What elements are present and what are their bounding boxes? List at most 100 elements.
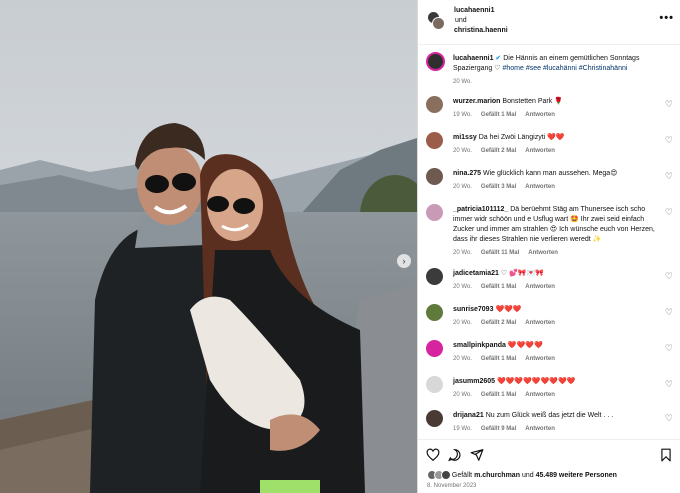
comment-time: 20 Wo. xyxy=(453,356,472,362)
comment-meta: 20 Wo. Gefällt 2 Mal Antworten xyxy=(453,146,658,156)
comment-time: 20 Wo. xyxy=(453,184,472,190)
reply-button[interactable]: Antworten xyxy=(525,184,555,190)
reply-button[interactable]: Antworten xyxy=(525,356,555,362)
caption-hashtags[interactable]: #home #see #lucahänni #Christinahänni xyxy=(502,65,627,72)
heart-icon[interactable]: ♡ xyxy=(665,99,673,110)
avatar[interactable] xyxy=(426,132,443,149)
comment-time: 20 Wo. xyxy=(453,148,472,154)
avatar[interactable] xyxy=(426,340,443,357)
heart-icon[interactable] xyxy=(426,448,440,462)
comment-text: Da hei Zwöi Längizyti ❤️❤️ xyxy=(478,134,565,141)
comment-time: 20 Wo. xyxy=(453,250,472,256)
post-sidebar: lucahaenni1 und christina.haenni • • • l… xyxy=(417,0,680,493)
comment-likes[interactable]: Gefällt 2 Mal xyxy=(481,320,516,326)
likes-count[interactable]: 45.489 weitere Personen xyxy=(536,472,617,479)
more-icon[interactable]: • • • xyxy=(659,12,673,24)
chevron-right-icon: › xyxy=(402,256,406,266)
comment-icon[interactable] xyxy=(448,448,462,462)
comment-text: ❤️❤️❤️❤️❤️❤️❤️❤️❤️ xyxy=(496,378,576,385)
comment-meta: 20 Wo. Gefällt 3 Mal Antworten xyxy=(453,182,658,192)
verified-icon: ✔ xyxy=(495,55,502,62)
comment-time: 19 Wo. xyxy=(453,112,472,118)
comment-text: Nu zum Glück weiß das jetzt die Welt . .… xyxy=(485,412,614,419)
comment-time: 20 Wo. xyxy=(453,320,472,326)
reply-button[interactable]: Antworten xyxy=(525,320,555,326)
heart-icon[interactable]: ♡ xyxy=(665,171,673,182)
comment-meta: 20 Wo. Gefällt 2 Mal Antworten xyxy=(453,318,658,328)
reply-button[interactable]: Antworten xyxy=(525,148,555,154)
heart-icon[interactable]: ♡ xyxy=(665,343,673,354)
likes-summary[interactable]: Gefällt m.churchman und 45.489 weitere P… xyxy=(427,470,617,481)
comment-username[interactable]: nina.275 xyxy=(453,170,481,177)
comment-text: Bonstetten Park 🌹 xyxy=(502,98,563,105)
heart-icon[interactable]: ♡ xyxy=(665,135,673,146)
avatar[interactable] xyxy=(426,52,445,71)
comment-meta: 19 Wo. Gefällt 9 Mal Antworten xyxy=(453,424,658,434)
comment-likes[interactable]: Gefällt 3 Mal xyxy=(481,184,516,190)
heart-icon[interactable]: ♡ xyxy=(665,379,673,390)
comment-username[interactable]: drijana21 xyxy=(453,412,484,419)
comment-likes[interactable]: Gefällt 1 Mal xyxy=(481,356,516,362)
reply-button[interactable]: Antworten xyxy=(528,250,558,256)
reply-button[interactable]: Antworten xyxy=(525,112,555,118)
couple-photo-image xyxy=(0,0,417,493)
avatar[interactable] xyxy=(426,410,443,427)
heart-icon[interactable]: ♡ xyxy=(665,271,673,282)
comment-text: ♡ 💕🎀💌🎀 xyxy=(500,270,544,277)
post-date: 8. November 2023 xyxy=(427,483,477,489)
heart-icon[interactable]: ♡ xyxy=(665,207,673,218)
header-avatars[interactable] xyxy=(427,11,445,31)
comment-likes[interactable]: Gefällt 9 Mal xyxy=(481,426,516,432)
avatar[interactable] xyxy=(426,268,443,285)
reply-button[interactable]: Antworten xyxy=(525,426,555,432)
share-icon[interactable] xyxy=(470,448,484,462)
likes-and: und xyxy=(521,471,534,479)
likes-user-link[interactable]: m.churchman xyxy=(474,472,520,479)
comment-username[interactable]: jadicetamia21 xyxy=(453,270,499,277)
post-modal: › lucahaenni1 und christina.haenni • • • xyxy=(0,0,680,493)
comment-time: 20 Wo. xyxy=(453,392,472,398)
next-photo-button[interactable]: › xyxy=(397,254,411,268)
comment-username[interactable]: mi1ssy xyxy=(453,134,477,141)
comment-username[interactable]: smallpinkpanda xyxy=(453,342,506,349)
heart-icon[interactable]: ♡ xyxy=(665,413,673,424)
heart-icon[interactable]: ♡ xyxy=(665,307,673,318)
header-user2-link[interactable]: christina.haenni xyxy=(454,26,508,36)
likes-prefix: Gefällt xyxy=(451,471,473,479)
comment-username[interactable]: _patricia101112_ xyxy=(453,206,508,213)
comment-username[interactable]: jasumm2605 xyxy=(453,378,495,385)
avatar[interactable] xyxy=(426,204,443,221)
caption-time: 20 Wo. xyxy=(453,79,472,85)
bookmark-icon[interactable] xyxy=(659,448,673,462)
header-user1-link[interactable]: lucahaenni1 xyxy=(454,6,508,16)
comment-time: 19 Wo. xyxy=(453,426,472,432)
avatar[interactable] xyxy=(426,96,443,113)
comment-username[interactable]: wurzer.marion xyxy=(453,98,500,105)
avatar[interactable] xyxy=(426,376,443,393)
comment-text: ❤️❤️❤️❤️ xyxy=(507,342,543,349)
comment-text: Wie glücklich kann man aussehen. Mega😍 xyxy=(482,170,618,177)
avatar[interactable] xyxy=(426,168,443,185)
comment-meta: 19 Wo. Gefällt 1 Mal Antworten xyxy=(453,110,658,120)
comment-time: 20 Wo. xyxy=(453,284,472,290)
avatar xyxy=(441,470,451,480)
comment-meta: 20 Wo. Gefällt 1 Mal Antworten xyxy=(453,390,658,400)
reply-button[interactable]: Antworten xyxy=(525,392,555,398)
avatar xyxy=(432,17,445,30)
action-bar: Gefällt m.churchman und 45.489 weitere P… xyxy=(418,439,680,493)
header-usernames: lucahaenni1 und christina.haenni xyxy=(454,6,508,36)
reply-button[interactable]: Antworten xyxy=(525,284,555,290)
avatar[interactable] xyxy=(426,304,443,321)
caption-username[interactable]: lucahaenni1 xyxy=(453,55,493,62)
comment-text: ❤️❤️❤️ xyxy=(495,306,522,313)
comments-scroll[interactable]: lucahaenni1 ✔ Die Hännis an einem gemütl… xyxy=(418,46,680,438)
comment-meta: 20 Wo. Gefällt 11 Mal Antworten xyxy=(453,248,658,258)
comment-username[interactable]: sunrise7093 xyxy=(453,306,493,313)
comment-likes[interactable]: Gefällt 1 Mal xyxy=(481,112,516,118)
comment-likes[interactable]: Gefällt 1 Mal xyxy=(481,392,516,398)
comment-likes[interactable]: Gefällt 2 Mal xyxy=(481,148,516,154)
comment-meta: 20 Wo. Gefällt 1 Mal Antworten xyxy=(453,282,658,292)
comment-likes[interactable]: Gefällt 1 Mal xyxy=(481,284,516,290)
comment-likes[interactable]: Gefällt 11 Mal xyxy=(481,250,519,256)
post-photo: › xyxy=(0,0,417,493)
